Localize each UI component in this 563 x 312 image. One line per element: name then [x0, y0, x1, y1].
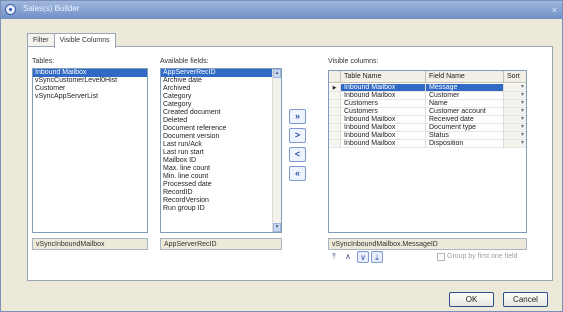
grid-cell-field-name[interactable]: Customer [426, 92, 504, 100]
grid-cell-table-name[interactable]: Inbound Mailbox [341, 140, 426, 148]
grid-row[interactable]: Inbound Mailbox Document type [329, 124, 526, 132]
app-icon [5, 4, 16, 15]
available-field-item[interactable]: Created document [161, 109, 281, 117]
available-fields-label: Available fields: [160, 58, 209, 65]
available-field-item[interactable]: Last run/Ack [161, 141, 281, 149]
row-gutter [329, 140, 341, 148]
available-field-item[interactable]: Archived [161, 85, 281, 93]
tables-status: vSyncInboundMailbox [32, 238, 148, 250]
scroll-up-icon[interactable]: ▲ [273, 69, 281, 78]
available-field-item[interactable]: Min. line count [161, 173, 281, 181]
sort-dropdown-icon[interactable] [504, 100, 526, 108]
row-gutter [329, 100, 341, 108]
visible-columns-label: Visible columns: [328, 58, 379, 65]
title-bar[interactable]: Sales(s) Builder × [1, 1, 562, 19]
available-field-item[interactable]: RecordVersion [161, 197, 281, 205]
visible-columns-grid[interactable]: Table Name Field Name Sort ▶ Inbound Mail… [328, 70, 527, 233]
available-field-item[interactable]: AppServerRecID [161, 69, 281, 77]
available-field-item[interactable]: Max. line count [161, 165, 281, 173]
tables-list-item[interactable]: Customer [33, 85, 147, 93]
group-by-checkbox[interactable] [437, 253, 445, 261]
available-field-item[interactable]: Category [161, 101, 281, 109]
tables-label: Tables: [32, 58, 55, 65]
sort-dropdown-icon[interactable] [504, 124, 526, 132]
available-field-item[interactable]: Run group ID [161, 205, 281, 213]
grid-row[interactable]: Inbound Mailbox Received date [329, 116, 526, 124]
scroll-down-icon[interactable]: ▼ [273, 223, 281, 232]
move-to-top-icon[interactable]: ⤒ [328, 251, 340, 263]
tab-filter[interactable]: Filter [27, 33, 55, 47]
grid-row[interactable]: ▶ Inbound Mailbox Message [329, 84, 526, 92]
grid-cell-field-name[interactable]: Document type [426, 124, 504, 132]
tab-strip: Filter Visible Columns [27, 33, 116, 48]
row-gutter [329, 132, 341, 140]
add-button[interactable]: > [289, 128, 306, 143]
dialog-window: Sales(s) Builder × Filter Visible Column… [0, 0, 563, 312]
available-field-item[interactable]: Document reference [161, 125, 281, 133]
grid-cell-field-name[interactable]: Received date [426, 116, 504, 124]
column-header-sort[interactable]: Sort [504, 71, 526, 83]
column-header-field-name[interactable]: Field Name [426, 71, 504, 83]
grid-cell-table-name[interactable]: Inbound Mailbox [341, 132, 426, 140]
available-fields-status: AppServerRecID [160, 238, 282, 250]
row-gutter [329, 116, 341, 124]
move-to-bottom-icon[interactable]: ⤓ [371, 251, 383, 263]
move-down-icon[interactable]: ∨ [357, 251, 369, 263]
grid-cell-field-name[interactable]: Message [426, 84, 504, 92]
grid-header: Table Name Field Name Sort [329, 71, 526, 83]
grid-cell-table-name[interactable]: Inbound Mailbox [341, 116, 426, 124]
row-gutter [329, 124, 341, 132]
sort-dropdown-icon[interactable] [504, 132, 526, 140]
grid-row[interactable]: Customers Customer account [329, 108, 526, 116]
grid-cell-table-name[interactable]: Inbound Mailbox [341, 124, 426, 132]
row-gutter [329, 92, 341, 100]
current-row-icon: ▶ [329, 84, 341, 92]
grid-row[interactable]: Customers Name [329, 100, 526, 108]
available-field-item[interactable]: RecordID [161, 189, 281, 197]
grid-row[interactable]: Inbound Mailbox Customer [329, 92, 526, 100]
available-fields-list[interactable]: AppServerRecID Archive date Archived Catego… [160, 68, 282, 233]
add-all-button[interactable]: » [289, 109, 306, 124]
sort-dropdown-icon[interactable] [504, 84, 526, 92]
available-field-item[interactable]: Archive date [161, 77, 281, 85]
grid-cell-table-name[interactable]: Inbound Mailbox [341, 84, 426, 92]
available-field-item[interactable]: Deleted [161, 117, 281, 125]
tables-list[interactable]: Inbound Mailbox vSyncCustomerLevel0Hist Cu… [32, 68, 148, 233]
grid-cell-field-name[interactable]: Disposition [426, 140, 504, 148]
sort-dropdown-icon[interactable] [504, 140, 526, 148]
grid-cell-table-name[interactable]: Customers [341, 108, 426, 116]
grid-corner [329, 71, 341, 83]
cancel-button[interactable]: Cancel [503, 292, 548, 307]
group-by-label: Group by first one field [447, 253, 518, 260]
grid-cell-table-name[interactable]: Customers [341, 100, 426, 108]
grid-row[interactable]: Inbound Mailbox Status [329, 132, 526, 140]
remove-all-button[interactable]: « [289, 166, 306, 181]
tables-list-item[interactable]: vSyncAppServerList [33, 93, 147, 101]
tables-list-item[interactable]: Inbound Mailbox [33, 69, 147, 77]
window-title: Sales(s) Builder [23, 4, 80, 13]
available-field-item[interactable]: Mailbox ID [161, 157, 281, 165]
grid-cell-field-name[interactable]: Customer account [426, 108, 504, 116]
column-header-table-name[interactable]: Table Name [341, 71, 426, 83]
ok-button[interactable]: OK [449, 292, 494, 307]
grid-cell-field-name[interactable]: Name [426, 100, 504, 108]
fields-scrollbar[interactable]: ▲ ▼ [272, 69, 281, 232]
available-field-item[interactable]: Last run start [161, 149, 281, 157]
sort-dropdown-icon[interactable] [504, 108, 526, 116]
available-field-item[interactable]: Category [161, 93, 281, 101]
move-up-icon[interactable]: ∧ [342, 251, 354, 263]
row-gutter [329, 108, 341, 116]
sort-dropdown-icon[interactable] [504, 92, 526, 100]
grid-cell-field-name[interactable]: Status [426, 132, 504, 140]
available-field-item[interactable]: Processed date [161, 181, 281, 189]
tables-list-item[interactable]: vSyncCustomerLevel0Hist [33, 77, 147, 85]
tab-visible-columns[interactable]: Visible Columns [53, 33, 116, 48]
visible-columns-status: vSyncInboundMailbox.MessageID [328, 238, 527, 250]
available-field-item[interactable]: Document version [161, 133, 281, 141]
sort-dropdown-icon[interactable] [504, 116, 526, 124]
remove-button[interactable]: < [289, 147, 306, 162]
grid-row[interactable]: Inbound Mailbox Disposition [329, 140, 526, 148]
close-icon[interactable]: × [549, 4, 560, 16]
grid-cell-table-name[interactable]: Inbound Mailbox [341, 92, 426, 100]
